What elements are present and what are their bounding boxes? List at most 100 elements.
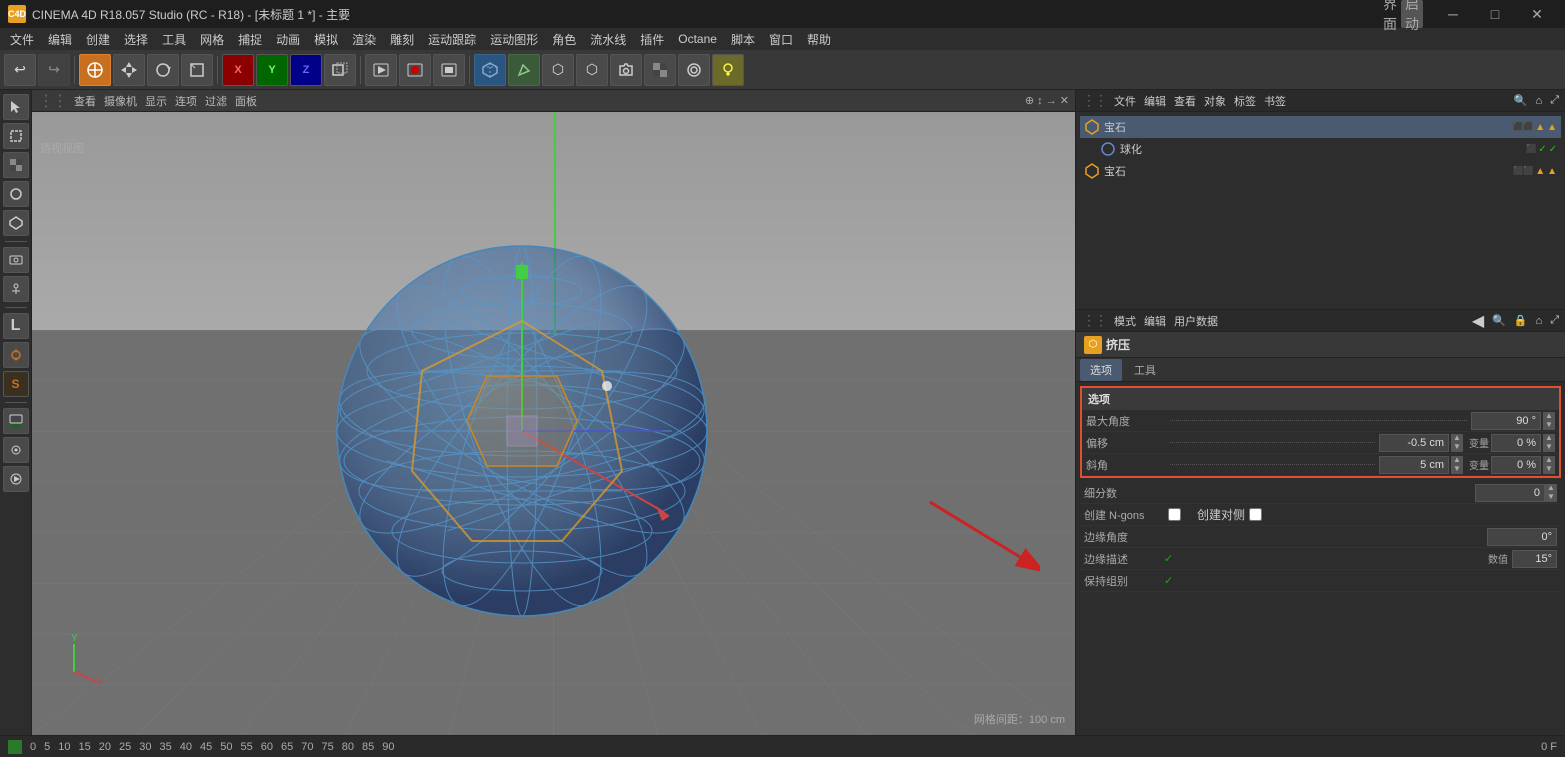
menu-script[interactable]: 脚本 [725,29,761,50]
ngons-checkbox[interactable] [1168,508,1181,521]
attr-search[interactable]: 🔍 [1492,314,1506,327]
attr-user-data[interactable]: 用户数据 [1174,313,1218,329]
attr-expand[interactable]: ⤢ [1550,314,1559,327]
bevel-var-input[interactable] [1491,456,1541,474]
lt-cursor[interactable] [3,94,29,120]
menu-file[interactable]: 文件 [4,29,40,50]
lt-anchor[interactable] [3,276,29,302]
menu-motion-tracking[interactable]: 运动跟踪 [422,29,482,50]
vp-display[interactable]: 显示 [145,93,167,109]
viewport[interactable]: ⋮⋮ 查看 摄像机 显示 连项 过滤 面板 ⊕ ↕ → ✕ [32,90,1075,735]
menu-select[interactable]: 选择 [118,29,154,50]
max-angle-input[interactable] [1471,412,1541,430]
material-button[interactable]: ⬡ [542,54,574,86]
tab-options[interactable]: 选项 [1080,359,1122,381]
world-coord-button[interactable] [324,54,356,86]
render-settings-button[interactable] [678,54,710,86]
axis-z-button[interactable]: Z [290,54,322,86]
offset-var-down[interactable]: ▼ [1543,443,1555,452]
pen-button[interactable] [508,54,540,86]
menu-snap[interactable]: 捕捉 [232,29,268,50]
menu-mesh[interactable]: 网格 [194,29,230,50]
menu-pipeline[interactable]: 流水线 [584,29,632,50]
move-button[interactable] [113,54,145,86]
scene-expand[interactable]: ⤢ [1550,94,1559,107]
scene-item-gem1[interactable]: 宝石 ⬛⬛ ▲ ▲ [1080,116,1561,138]
menu-sculpt[interactable]: 雕刻 [384,29,420,50]
vp-connect[interactable]: 连项 [175,93,197,109]
menu-octane[interactable]: Octane [672,30,723,48]
cube-button[interactable] [474,54,506,86]
menu-help[interactable]: 帮助 [801,29,837,50]
create-opposite-checkbox[interactable] [1249,508,1262,521]
attr-edit[interactable]: 编辑 [1144,313,1166,329]
scene-file[interactable]: 文件 [1114,93,1136,109]
lt-checker[interactable] [3,152,29,178]
lt-box-select[interactable] [3,123,29,149]
subdivisions-input[interactable] [1475,484,1545,502]
checker-button[interactable] [644,54,676,86]
lt-paint[interactable] [3,408,29,434]
lt-render[interactable] [3,466,29,492]
vp-view[interactable]: 查看 [74,93,96,109]
bevel-input[interactable] [1379,456,1449,474]
edge-desc-val-input[interactable] [1512,550,1557,568]
menu-create[interactable]: 创建 [80,29,116,50]
hair-button[interactable]: ⬡ [576,54,608,86]
maximize-button[interactable]: □ [1475,0,1515,28]
lt-settings[interactable] [3,437,29,463]
scene-edit[interactable]: 编辑 [1144,93,1166,109]
bevel-down[interactable]: ▼ [1451,465,1463,474]
scene-bookmark[interactable]: 书签 [1264,93,1286,109]
offset-down[interactable]: ▼ [1451,443,1463,452]
lt-transform[interactable] [3,342,29,368]
vp-panel[interactable]: 面板 [235,93,257,109]
attr-lock[interactable]: 🔒 [1514,314,1528,327]
lt-s-label[interactable]: S [3,371,29,397]
menu-character[interactable]: 角色 [546,29,582,50]
menu-edit[interactable]: 编辑 [42,29,78,50]
record-button[interactable] [399,54,431,86]
subdivisions-down[interactable]: ▼ [1545,493,1557,502]
menu-window[interactable]: 窗口 [763,29,799,50]
vp-camera[interactable]: 摄像机 [104,93,137,109]
rotate-button[interactable] [147,54,179,86]
scene-tag[interactable]: 标签 [1234,93,1256,109]
lt-camera[interactable] [3,247,29,273]
undo-button[interactable]: ↩ [4,54,36,86]
menu-plugin[interactable]: 插件 [634,29,670,50]
max-angle-down[interactable]: ▼ [1543,421,1555,430]
menu-mograph[interactable]: 运动图形 [484,29,544,50]
select-button[interactable] [79,54,111,86]
redo-button[interactable]: ↪ [38,54,70,86]
menu-tools[interactable]: 工具 [156,29,192,50]
camera-button[interactable] [610,54,642,86]
attr-home[interactable]: ⌂ [1536,315,1543,327]
close-button[interactable]: ✕ [1517,0,1557,28]
scene-item-spherify[interactable]: 球化 ⬛ ✓ ✓ [1080,138,1561,160]
axis-y-button[interactable]: Y [256,54,288,86]
light-button[interactable] [712,54,744,86]
menu-simulate[interactable]: 模拟 [308,29,344,50]
play-button[interactable] [365,54,397,86]
lt-line[interactable]: L [3,313,29,339]
menu-render[interactable]: 渲染 [346,29,382,50]
tab-tools[interactable]: 工具 [1124,359,1166,381]
lt-box[interactable] [3,210,29,236]
offset-var-input[interactable] [1491,434,1541,452]
scene-search[interactable]: 🔍 [1514,94,1528,107]
minimize-button[interactable]: ─ [1433,0,1473,28]
vp-filter[interactable]: 过滤 [205,93,227,109]
scene-home[interactable]: ⌂ [1536,95,1543,107]
scale-button[interactable] [181,54,213,86]
edge-angle-input[interactable] [1487,528,1557,546]
offset-input[interactable] [1379,434,1449,452]
scene-item-gem2[interactable]: 宝石 ⬛⬛ ▲ ▲ [1080,160,1561,182]
bevel-var-down[interactable]: ▼ [1543,465,1555,474]
menu-animation[interactable]: 动画 [270,29,306,50]
attr-mode[interactable]: 模式 [1114,313,1136,329]
scene-object[interactable]: 对象 [1204,93,1226,109]
scene-view[interactable]: 查看 [1174,93,1196,109]
lt-select2[interactable] [3,181,29,207]
axis-x-button[interactable]: X [222,54,254,86]
